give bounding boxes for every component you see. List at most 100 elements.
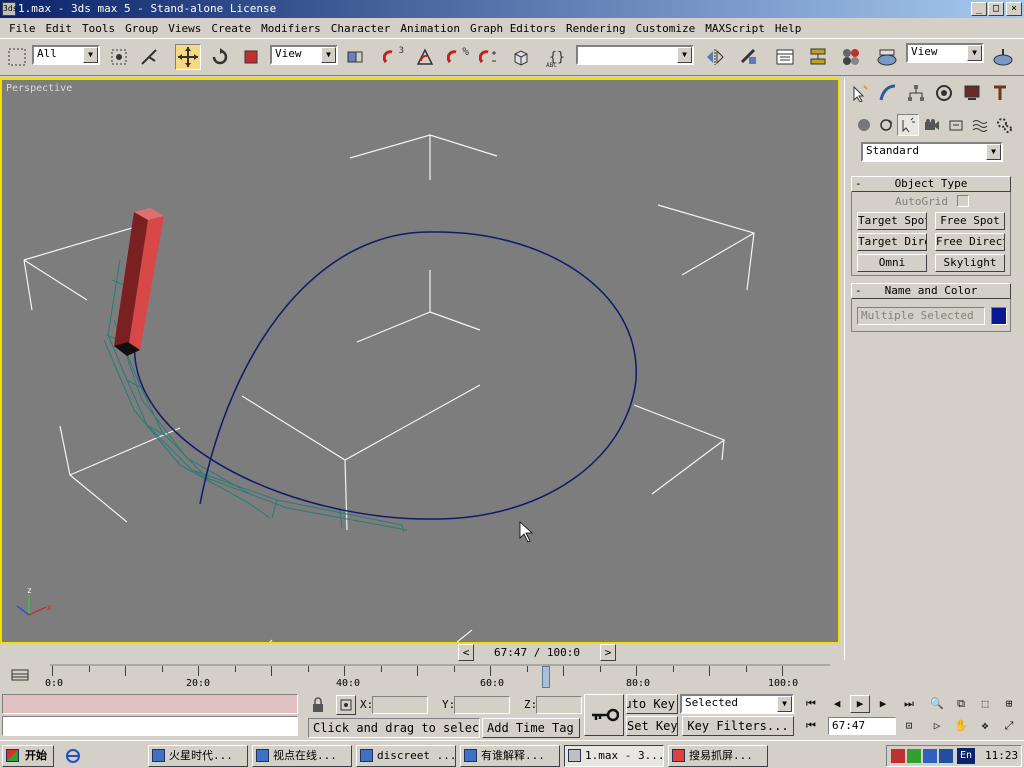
menu-create[interactable]: Create <box>206 22 256 35</box>
task-youshui[interactable]: 有谁解释... <box>460 745 560 767</box>
quick-launch-ie-icon[interactable] <box>64 747 84 765</box>
object-name-field[interactable]: Multiple Selected <box>857 307 985 325</box>
red-box-object[interactable] <box>114 208 164 356</box>
minimize-button[interactable]: _ <box>971 2 987 16</box>
mini-curve-editor-icon[interactable] <box>6 666 34 688</box>
named-selection-dropdown[interactable]: ▼ <box>576 45 694 65</box>
perspective-viewport[interactable]: Perspective z x <box>0 78 840 644</box>
render-scene-icon[interactable] <box>874 44 900 70</box>
omni-button[interactable]: Omni <box>857 254 927 272</box>
free-direct-button[interactable]: Free Direct <box>935 233 1005 251</box>
zoom-all-icon[interactable]: ⧉ <box>952 696 970 712</box>
edit-named-selection-icon[interactable]: {} ABC <box>544 44 570 70</box>
space-warps-icon[interactable] <box>969 114 991 136</box>
tray-icon-2[interactable] <box>907 749 921 763</box>
language-indicator[interactable]: En <box>957 748 975 764</box>
object-type-rollout-header[interactable]: - Object Type <box>851 176 1011 192</box>
utilities-tab-icon[interactable] <box>989 82 1011 104</box>
hierarchy-tab-icon[interactable] <box>905 82 927 104</box>
absolute-mode-icon[interactable] <box>336 695 356 715</box>
time-marker[interactable] <box>542 666 550 688</box>
time-configuration-icon[interactable]: ⊡ <box>900 718 918 734</box>
next-frame-icon[interactable]: ▶ <box>874 696 892 712</box>
zoom-extents-icon[interactable]: ⬚ <box>976 696 994 712</box>
use-pivot-center-icon[interactable] <box>342 44 368 70</box>
maxscript-listener-mini[interactable] <box>2 694 298 714</box>
maxscript-input-mini[interactable] <box>2 716 298 736</box>
menu-maxscript[interactable]: MAXScript <box>700 22 770 35</box>
lights-icon[interactable] <box>897 114 919 136</box>
menu-views[interactable]: Views <box>163 22 206 35</box>
key-filters-button[interactable]: Key Filters... <box>682 716 794 736</box>
select-region-icon[interactable] <box>4 44 30 70</box>
lock-selection-icon[interactable] <box>309 696 327 714</box>
mirror-icon[interactable] <box>702 44 728 70</box>
track-bar[interactable]: 0:0 20:0 40:0 60:0 80:0 100:0 <box>40 662 840 692</box>
set-key-button[interactable]: Set Key <box>626 716 678 736</box>
quick-render-icon[interactable] <box>990 44 1016 70</box>
menu-file[interactable]: File <box>4 22 41 35</box>
schematic-view-icon[interactable] <box>805 44 831 70</box>
target-spot-button[interactable]: Target Spot <box>857 212 927 230</box>
pan-icon[interactable]: ✋ <box>952 718 970 734</box>
task-souyi[interactable]: 搜易抓屏... <box>668 745 768 767</box>
tray-icon-1[interactable] <box>891 749 905 763</box>
helpers-icon[interactable] <box>945 114 967 136</box>
close-button[interactable]: × <box>1006 2 1022 16</box>
shapes-icon[interactable] <box>875 114 897 136</box>
task-3dsmax[interactable]: 1.max - 3... <box>564 745 664 767</box>
previous-frame-icon[interactable]: ◀ <box>828 696 846 712</box>
menu-edit[interactable]: Edit <box>41 22 78 35</box>
key-mode-dropdown[interactable]: Selected ▼ <box>680 694 794 714</box>
menu-graph-editors[interactable]: Graph Editors <box>465 22 561 35</box>
tray-icon-3[interactable] <box>923 749 937 763</box>
menu-group[interactable]: Group <box>120 22 163 35</box>
time-slider-next-button[interactable]: > <box>600 644 616 661</box>
track-view-icon[interactable] <box>772 44 798 70</box>
menu-customize[interactable]: Customize <box>631 22 701 35</box>
task-huoxing[interactable]: 火星时代... <box>148 745 248 767</box>
menu-help[interactable]: Help <box>770 22 807 35</box>
object-color-swatch[interactable] <box>991 307 1007 325</box>
arc-rotate-icon[interactable]: ✥ <box>976 718 994 734</box>
menu-modifiers[interactable]: Modifiers <box>256 22 326 35</box>
menu-tools[interactable]: Tools <box>77 22 120 35</box>
autogrid-checkbox[interactable] <box>957 195 969 207</box>
select-object-icon[interactable] <box>106 44 132 70</box>
skylight-button[interactable]: Skylight <box>935 254 1005 272</box>
select-by-name-icon[interactable] <box>136 44 162 70</box>
material-editor-icon[interactable] <box>838 44 864 70</box>
task-shidian[interactable]: 视点在线... <box>252 745 352 767</box>
display-tab-icon[interactable] <box>961 82 983 104</box>
spinner-snap-icon[interactable] <box>476 44 502 70</box>
key-mode-toggle-icon[interactable]: ⏮ <box>802 718 820 734</box>
menu-animation[interactable]: Animation <box>395 22 465 35</box>
add-time-tag-button[interactable]: Add Time Tag <box>482 718 580 738</box>
select-and-scale-icon[interactable] <box>238 44 264 70</box>
zoom-icon[interactable]: 🔍 <box>928 696 946 712</box>
app-icon[interactable]: 3ds <box>2 2 17 16</box>
time-slider-value[interactable]: 67:47 / 100:0 <box>474 644 600 661</box>
start-button[interactable]: 开始 <box>2 745 54 767</box>
target-direct-button[interactable]: Target Direct <box>857 233 927 251</box>
geometry-icon[interactable] <box>853 114 875 136</box>
go-to-start-icon[interactable]: ⏮ <box>802 696 820 712</box>
cameras-icon[interactable] <box>921 114 943 136</box>
angle-snap-icon[interactable] <box>412 44 438 70</box>
time-slider-prev-button[interactable]: < <box>458 644 474 661</box>
task-discreet[interactable]: discreet ... <box>356 745 456 767</box>
name-color-rollout-header[interactable]: - Name and Color <box>851 283 1011 299</box>
tray-icon-4[interactable] <box>939 749 953 763</box>
coord-y-field[interactable] <box>454 696 510 714</box>
align-icon[interactable] <box>736 44 762 70</box>
set-key-big-button[interactable] <box>584 694 624 736</box>
select-and-move-icon[interactable] <box>175 44 201 70</box>
go-to-end-icon[interactable]: ⏭ <box>900 696 918 712</box>
coord-z-field[interactable] <box>536 696 582 714</box>
selection-filter-dropdown[interactable]: All ▼ <box>32 45 100 65</box>
zoom-extents-all-icon[interactable]: ⊞ <box>1000 696 1018 712</box>
coord-x-field[interactable] <box>372 696 428 714</box>
auto-key-button[interactable]: Auto Key <box>626 694 678 714</box>
percent-snap-icon[interactable]: % <box>444 44 470 70</box>
maximize-viewport-icon[interactable]: ⤢ <box>1000 718 1018 734</box>
